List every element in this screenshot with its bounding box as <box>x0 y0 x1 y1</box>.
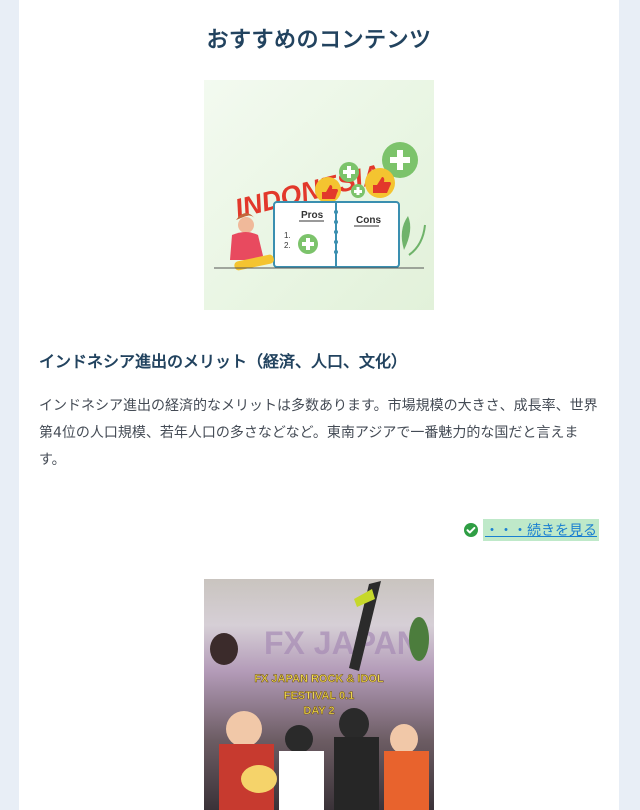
read-more[interactable]: ・・・続きを見る <box>463 519 599 541</box>
article-title[interactable]: インドネシア進出のメリット（経済、人口、文化） <box>39 348 599 372</box>
festival-photo: FX JAPAN FX JAPAN ROCK & IDOL FESTIVAL 0… <box>210 581 429 810</box>
photo-caption-line1: FX JAPAN ROCK & IDOL <box>254 673 384 685</box>
next-article-thumbnail[interactable]: FX JAPAN FX JAPAN ROCK & IDOL FESTIVAL 0… <box>204 579 434 810</box>
article-thumbnail[interactable]: INDONESIA Pros Cons 1. 2. <box>204 80 434 310</box>
indonesia-pros-cons-illustration: INDONESIA Pros Cons 1. 2. <box>214 142 426 271</box>
list-item-1: 1. <box>284 231 291 240</box>
cons-label: Cons <box>356 215 381 226</box>
photo-caption-line3: DAY 2 <box>303 705 334 717</box>
check-circle-icon <box>464 523 478 537</box>
photo-backdrop-text: FX JAPAN <box>264 625 420 661</box>
list-item-2: 2. <box>284 241 291 250</box>
pros-label: Pros <box>301 210 324 221</box>
article-excerpt: インドネシア進出の経済的なメリットは多数あります。市場規模の大きさ、成長率、世界… <box>39 398 598 468</box>
section-title: おすすめのコンテンツ <box>206 28 432 53</box>
read-more-link[interactable]: ・・・続きを見る <box>483 519 599 541</box>
recommended-content-panel: おすすめのコンテンツ INDONESIA Pros Cons 1. 2. インド… <box>19 0 619 810</box>
photo-caption-line2: FESTIVAL 0.1 <box>284 690 355 702</box>
